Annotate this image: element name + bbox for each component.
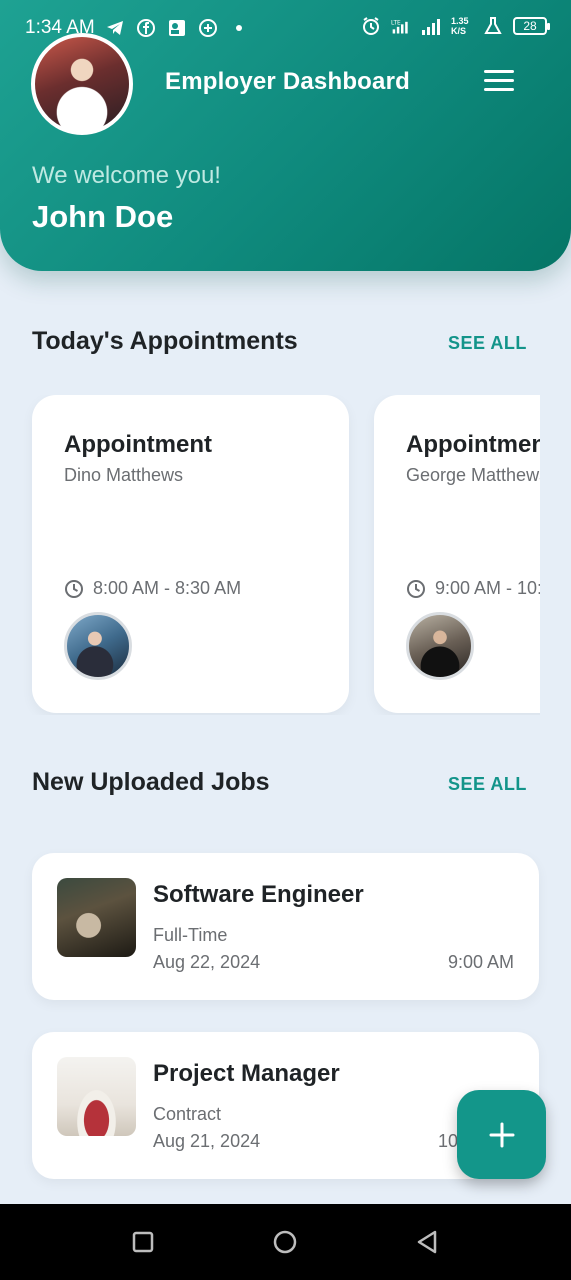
- app-notification-icon: [199, 19, 217, 37]
- job-date: Aug 21, 2024: [153, 1131, 261, 1151]
- job-title: Software Engineer: [153, 881, 364, 908]
- alarm-icon: [363, 17, 379, 35]
- appointment-time-row: 8:00 AM - 8:30 AM: [64, 578, 241, 599]
- signal-icon: [422, 19, 440, 35]
- system-icons: LTE 1.35 K/S 28: [361, 16, 550, 36]
- flask-icon: [484, 17, 502, 34]
- appointments-carousel[interactable]: Appointment Dino Matthews 8:00 AM - 8:30…: [0, 395, 540, 715]
- hamburger-menu-icon[interactable]: [484, 70, 516, 96]
- job-card[interactable]: Software Engineer Full-Time Aug 22, 2024…: [32, 853, 539, 1000]
- appointment-card[interactable]: Appointment George Matthews 9:00 AM - 10…: [374, 395, 540, 713]
- system-nav-bar: [0, 1204, 571, 1280]
- appointment-title: Appointment: [64, 431, 212, 458]
- facebook-icon: [137, 19, 155, 37]
- appointments-see-all-button[interactable]: SEE ALL: [448, 333, 527, 354]
- plus-icon: [489, 1122, 514, 1147]
- appointment-person: George Matthews: [406, 465, 540, 485]
- appointments-section-title: Today's Appointments: [32, 327, 298, 355]
- header: 1:34 AM LTE 1.35 K/S 28 Employer Dashboa…: [0, 0, 571, 271]
- recents-square-icon[interactable]: [130, 1229, 156, 1255]
- avatar: [64, 612, 132, 680]
- job-type: Full-Time: [153, 925, 228, 945]
- job-date: Aug 22, 2024: [153, 952, 261, 972]
- clock-icon: [407, 579, 425, 598]
- job-type: Contract: [153, 1104, 222, 1124]
- clock-icon: [65, 579, 83, 598]
- home-circle-icon[interactable]: [272, 1229, 298, 1255]
- contact-card-icon: [169, 20, 185, 36]
- battery-icon: 28: [513, 17, 550, 35]
- more-dot-icon: [236, 25, 242, 31]
- appointment-time-row: 9:00 AM - 10:00 AM: [406, 578, 540, 599]
- telegram-icon: [107, 21, 123, 35]
- job-thumbnail: [57, 878, 136, 957]
- appointment-time: 8:00 AM - 8:30 AM: [93, 578, 242, 598]
- profile-avatar[interactable]: [31, 33, 133, 135]
- lte-signal-icon: LTE: [391, 20, 408, 34]
- appointment-card[interactable]: Appointment Dino Matthews 8:00 AM - 8:30…: [32, 395, 349, 713]
- appointment-title: Appointment: [406, 431, 540, 458]
- avatar: [406, 612, 474, 680]
- back-triangle-icon[interactable]: [414, 1229, 440, 1255]
- job-title: Project Manager: [153, 1060, 340, 1087]
- appointment-person: Dino Matthews: [64, 465, 184, 485]
- jobs-see-all-button[interactable]: SEE ALL: [448, 774, 527, 795]
- job-thumbnail: [57, 1057, 136, 1136]
- net-speed: 1.35 K/S: [451, 16, 469, 36]
- jobs-section-title: New Uploaded Jobs: [32, 768, 270, 796]
- job-time: 9:00 AM: [447, 952, 514, 972]
- battery-level: 28: [523, 19, 537, 33]
- appointment-time: 9:00 AM - 10:00 AM: [435, 578, 540, 598]
- welcome-text: We welcome you!: [32, 162, 221, 189]
- notification-icons: [105, 18, 249, 38]
- user-name: John Doe: [32, 199, 174, 234]
- add-job-button[interactable]: [457, 1090, 546, 1179]
- page-title: Employer Dashboard: [165, 68, 410, 95]
- svg-text:LTE: LTE: [391, 20, 401, 26]
